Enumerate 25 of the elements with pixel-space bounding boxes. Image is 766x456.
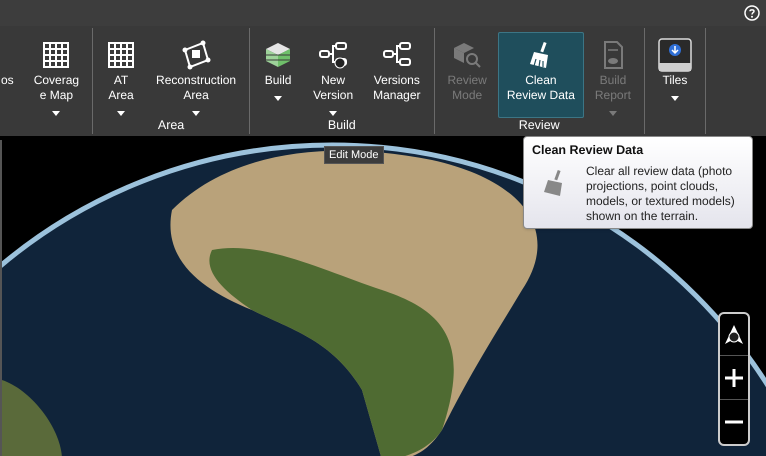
- tooltip-title: Clean Review Data: [532, 142, 644, 159]
- help-icon[interactable]: [744, 5, 760, 21]
- group-label: Build: [328, 117, 356, 134]
- ribbon-button[interactable]: Versions Manager: [364, 32, 430, 118]
- ribbon-button[interactable]: New Version: [304, 32, 362, 118]
- tooltip-text: Clear all review data (photo projections, point clouds, models, or textured models) shown on the terrain.: [586, 164, 736, 224]
- ribbon-button[interactable]: Coverag e Map: [24, 32, 88, 118]
- minus-icon: [724, 420, 744, 424]
- ribbon-button[interactable]: Build: [254, 32, 302, 118]
- grid-icon: [106, 40, 136, 70]
- ribbon-button[interactable]: os: [0, 32, 23, 118]
- magnifier-cube-icon: [452, 40, 482, 70]
- grid-icon: [41, 40, 72, 70]
- frame-grid-icon: [181, 40, 212, 70]
- compass-icon: [724, 324, 744, 346]
- ribbon-button[interactable]: Tiles: [648, 32, 701, 118]
- ribbon-button[interactable]: Reconstruction Area: [147, 32, 246, 118]
- hierarchy-new-icon: [318, 40, 348, 70]
- mode-tooltip: Edit Mode: [324, 146, 384, 164]
- plus-icon: [724, 368, 744, 388]
- ribbon-button[interactable]: Clean Review Data: [498, 32, 584, 118]
- ribbon-button[interactable]: AT Area: [97, 32, 146, 118]
- tiles-icon: [658, 38, 692, 72]
- group-label: Review: [518, 117, 560, 134]
- group-label: Area: [158, 117, 184, 134]
